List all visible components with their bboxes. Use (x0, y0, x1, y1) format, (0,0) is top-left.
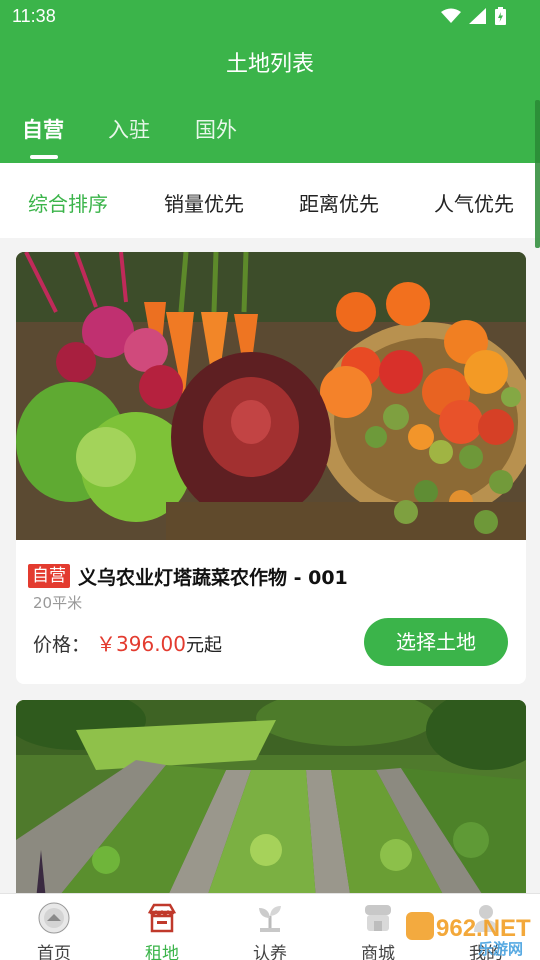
active-tab-indicator (30, 155, 58, 159)
self-operated-badge: 自营 (28, 564, 70, 588)
tab-bar: 自营 入驻 国外 (0, 108, 540, 163)
page-title: 土地列表 (225, 52, 314, 77)
status-time: 11:38 (12, 6, 56, 26)
nav-adopt[interactable]: 认养 (216, 894, 324, 960)
select-land-button[interactable]: 选择土地 (364, 618, 508, 666)
sort-distance[interactable]: 距离优先 (299, 188, 379, 217)
wifi-icon (441, 8, 461, 23)
price-value: ￥396.00 (96, 632, 186, 656)
land-card[interactable] (16, 700, 526, 900)
signal-icon (469, 8, 486, 24)
nav-rent-land-label: 租地 (145, 944, 179, 960)
scrollbar[interactable] (535, 100, 540, 248)
app-header: 11:38 土地列表 自营 入驻 国外 (0, 0, 540, 163)
plant-icon (259, 906, 281, 932)
home-badge-icon (38, 902, 70, 934)
tab-settled[interactable]: 入驻 (108, 114, 150, 144)
store-icon (365, 905, 391, 931)
price-row: 价格： ￥396.00 元起 (33, 628, 222, 657)
nav-adopt-label: 认养 (253, 944, 287, 960)
sort-sales[interactable]: 销量优先 (164, 188, 244, 217)
nav-home[interactable]: 首页 (0, 894, 108, 960)
watermark-text: 962.NET (436, 915, 531, 942)
sort-bar: 综合排序 销量优先 距离优先 人气优先 (0, 163, 540, 238)
nav-home-label: 首页 (37, 944, 71, 960)
card-area: 20平米 (33, 594, 83, 612)
status-bar: 11:38 (0, 0, 540, 34)
battery-icon (495, 7, 506, 25)
tab-self-operated[interactable]: 自营 (22, 114, 64, 144)
price-suffix: 元起 (186, 635, 222, 656)
garden-photo (16, 700, 526, 900)
status-icons (441, 7, 506, 25)
watermark-subtext: 乐游网 (478, 940, 523, 956)
land-card[interactable]: 自营 义乌农业灯塔蔬菜农作物 - 001 20平米 价格： ￥396.00 元起… (16, 252, 526, 684)
sort-comprehensive[interactable]: 综合排序 (28, 188, 108, 217)
sort-popularity[interactable]: 人气优先 (434, 188, 514, 217)
site-watermark-logo: 962.NET 乐游网 (406, 912, 531, 956)
nav-rent-land[interactable]: 租地 (108, 894, 216, 960)
tab-overseas[interactable]: 国外 (195, 114, 237, 144)
vegetables-photo (16, 252, 526, 540)
card-title: 义乌农业灯塔蔬菜农作物 - 001 (78, 567, 348, 589)
shop-icon (147, 903, 177, 933)
price-label: 价格： (33, 634, 91, 656)
